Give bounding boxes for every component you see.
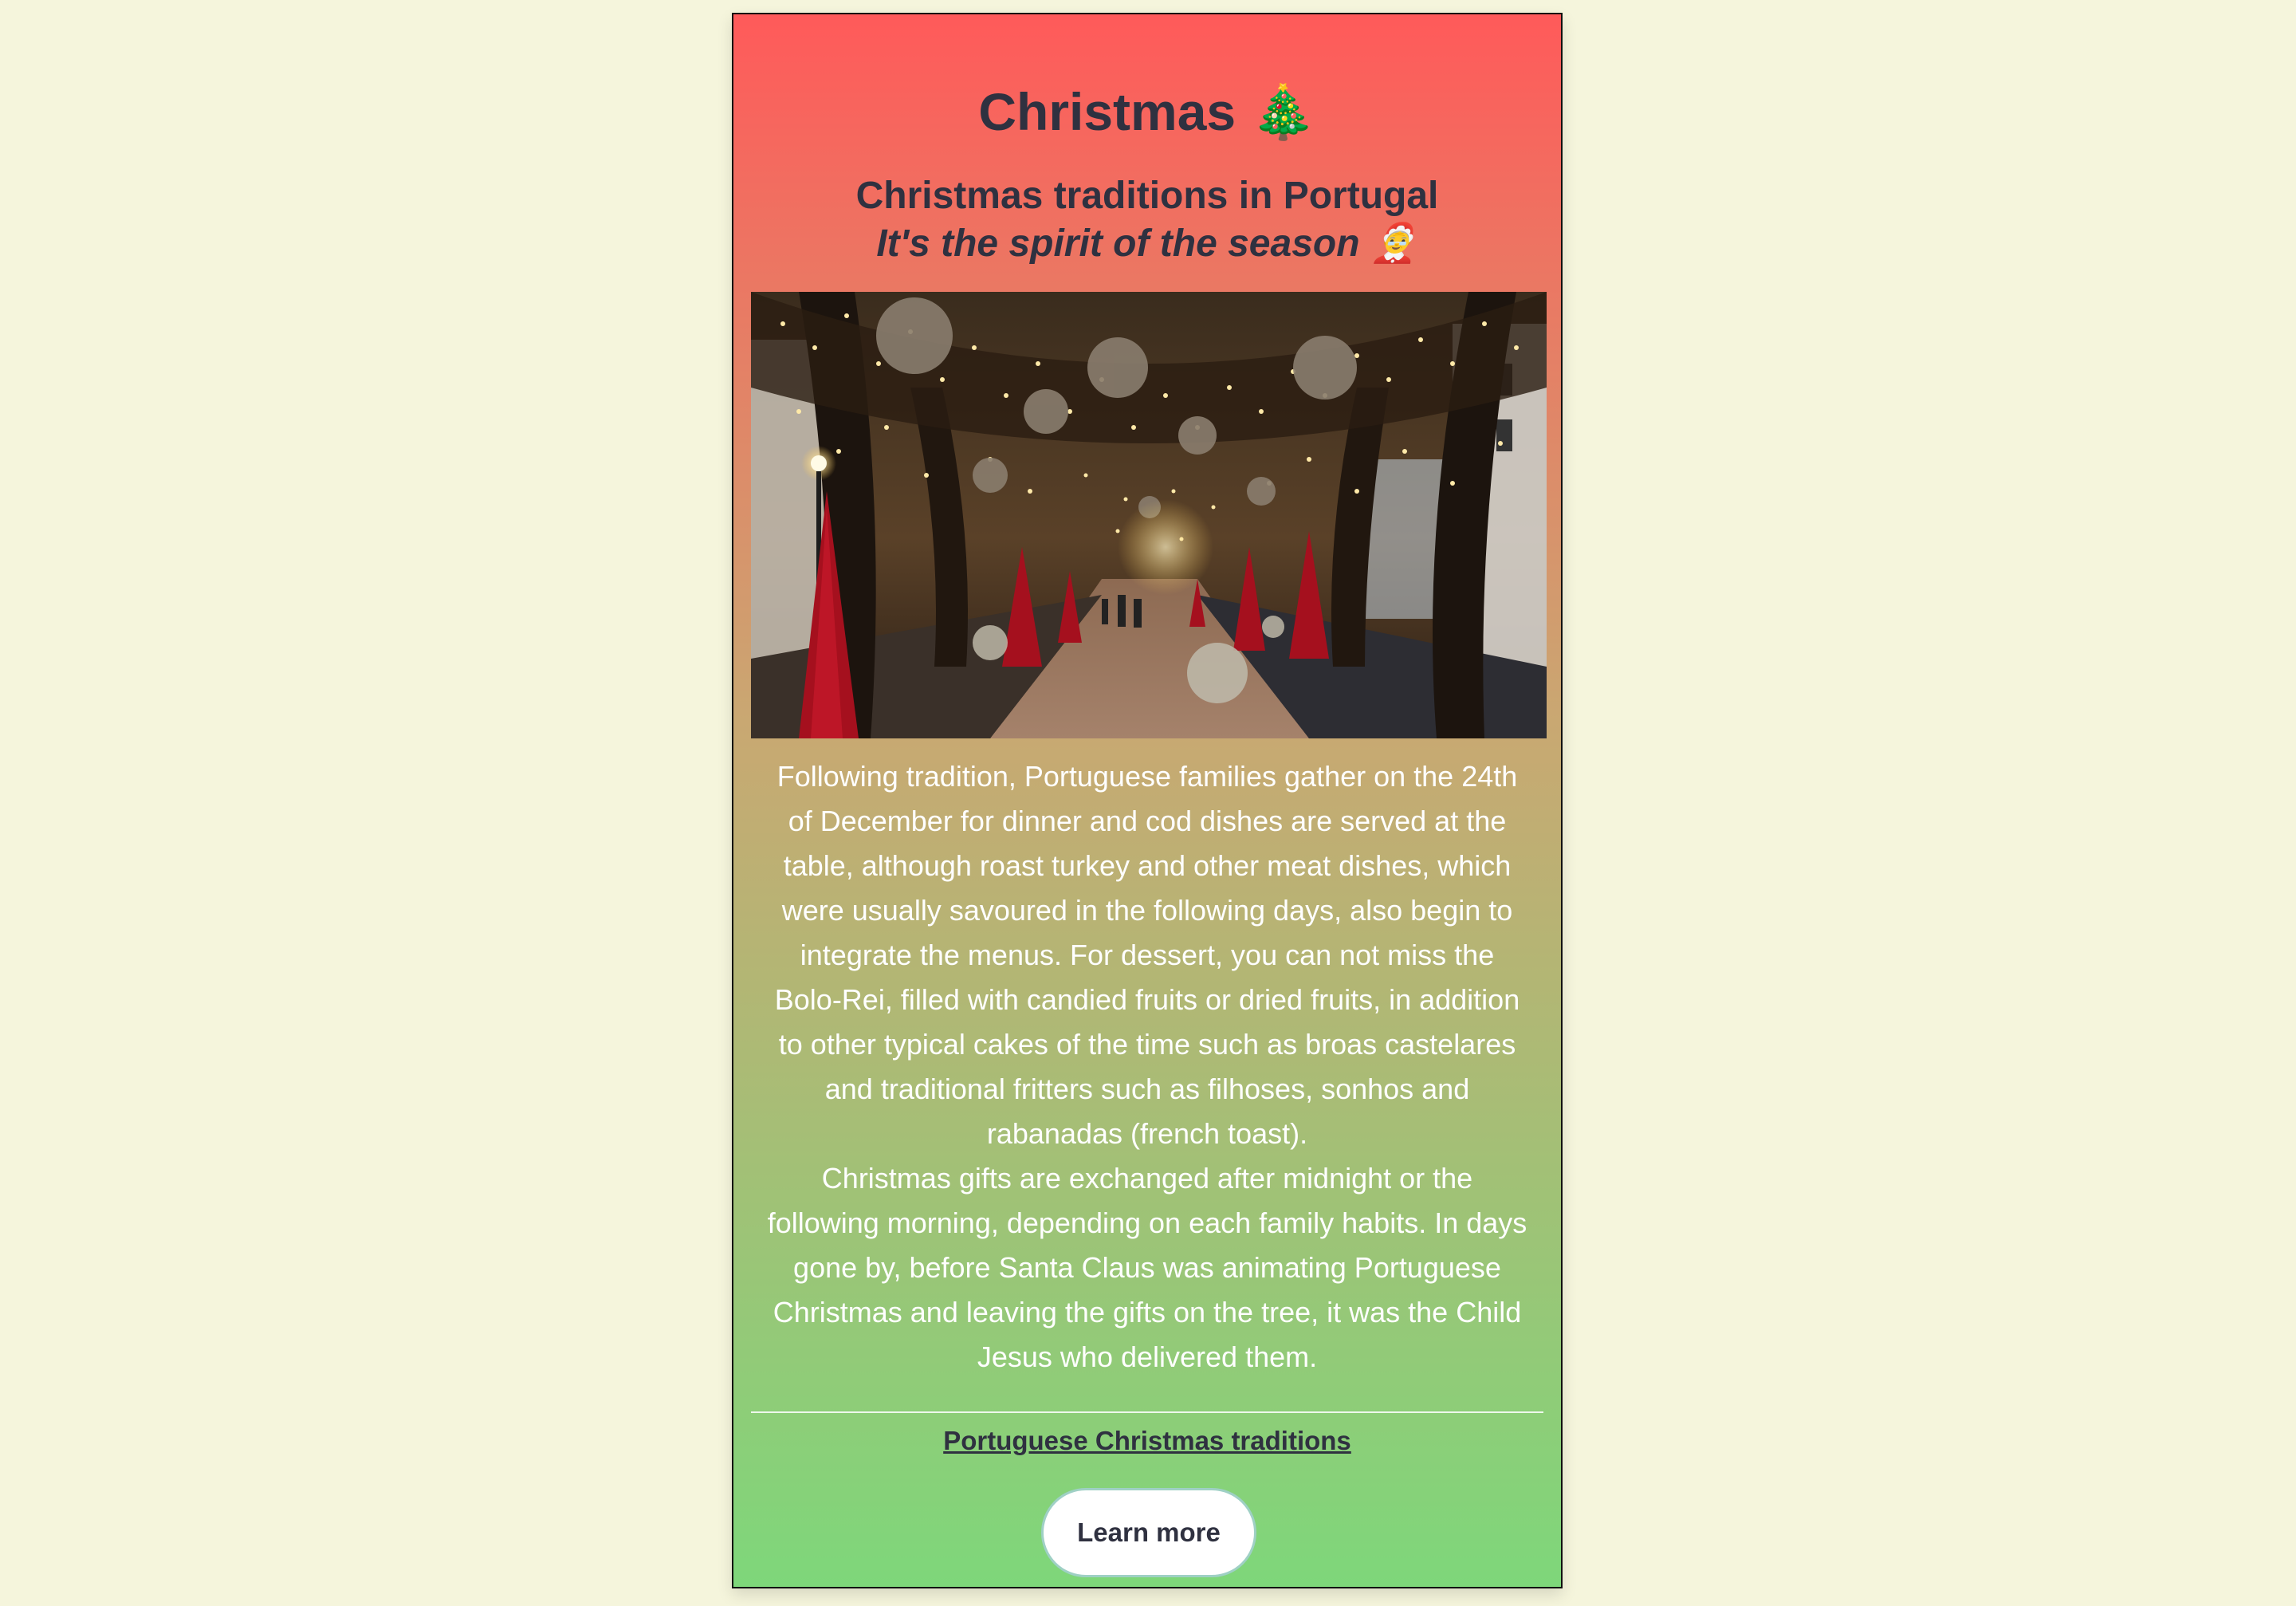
page-title: Christmas 🎄 xyxy=(978,82,1316,141)
link-container: Portuguese Christmas traditions xyxy=(733,1426,1561,1456)
christmas-card: Christmas 🎄 Christmas traditions in Port… xyxy=(732,13,1563,1588)
tagline: It's the spirit of the season 🤶 xyxy=(876,222,1418,265)
article-body: Following tradition, Portuguese families… xyxy=(767,754,1527,1380)
divider xyxy=(751,1411,1543,1413)
christmas-street-illustration xyxy=(751,292,1547,738)
hero-image xyxy=(751,292,1547,738)
learn-more-button[interactable]: Learn more xyxy=(1041,1488,1256,1577)
article-paragraph-2: Christmas gifts are exchanged after midn… xyxy=(767,1162,1527,1373)
section-subtitle: Christmas traditions in Portugal xyxy=(855,175,1439,217)
portuguese-christmas-traditions-link[interactable]: Portuguese Christmas traditions xyxy=(943,1426,1351,1455)
article-paragraph-1: Following tradition, Portuguese families… xyxy=(774,760,1520,1150)
